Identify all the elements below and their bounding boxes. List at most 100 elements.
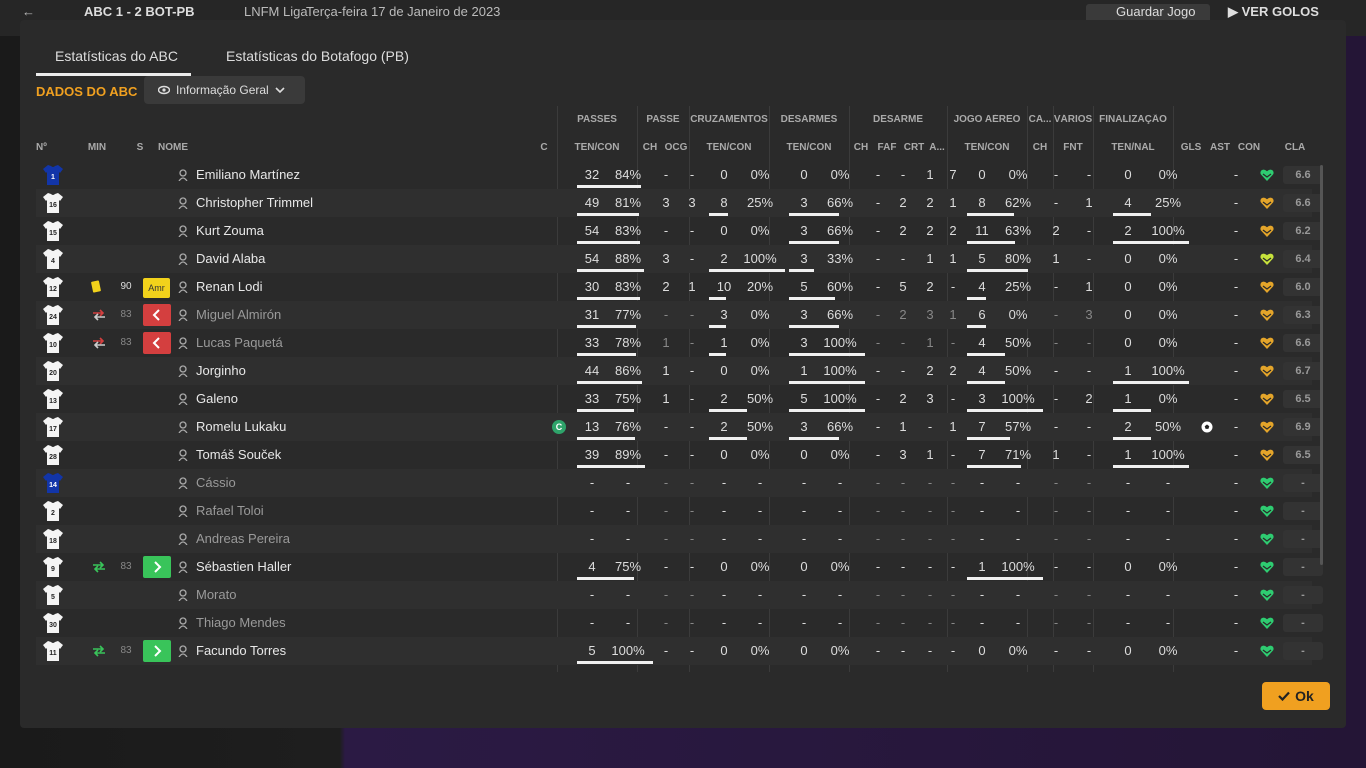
column-header[interactable]: NOME (158, 142, 280, 153)
column-header[interactable]: CLA (1272, 142, 1318, 153)
column-header[interactable]: TEN/CON (947, 142, 1027, 153)
column-header[interactable]: CON (1234, 142, 1264, 153)
player-name[interactable]: Galeno (196, 385, 238, 413)
fouls: - (1086, 251, 1092, 266)
column-header[interactable]: Nº (36, 142, 56, 153)
column-header[interactable]: TEN/NAL (1093, 142, 1173, 153)
scrollbar[interactable] (1320, 165, 1323, 565)
key-headers: - (1053, 167, 1059, 182)
player-name[interactable]: Thiago Mendes (196, 609, 286, 637)
interceptions: 3 (899, 447, 907, 462)
player-row[interactable]: 9 83 Sébastien Haller 4 75% - -0 0% 0 0% - - - -1 100%… (36, 553, 1323, 581)
clearances: - (950, 391, 956, 406)
success-rate-bar (1113, 409, 1151, 412)
column-header[interactable]: TEN/CON (769, 142, 849, 153)
column-header[interactable]: FNT (1053, 142, 1093, 153)
fouls: - (1086, 447, 1092, 462)
player-name[interactable]: Romelu Lukaku (196, 413, 286, 441)
blocks: 1 (926, 251, 934, 266)
tackles-attempted: 0 (800, 167, 808, 182)
column-header[interactable]: TEN/CON (557, 142, 637, 153)
clearances: 1 (949, 419, 957, 434)
success-rate-bar (789, 437, 840, 440)
player-row[interactable]: 16 Christopher Trimmel 49 81% 3 3 8 25% 3 66% -2 2 1… (36, 189, 1323, 217)
player-row[interactable]: 2 Rafael Toloi - - - - - - - - - - - - - - - - - - - - (36, 497, 1323, 525)
player-name[interactable]: Facundo Torres (196, 637, 286, 665)
player-name[interactable]: Kurt Zouma (196, 217, 264, 245)
column-header[interactable]: CH (1029, 142, 1051, 153)
crosses-percent: - (757, 531, 763, 546)
column-header[interactable]: MIN (80, 142, 114, 153)
player-rating: - (1283, 586, 1323, 604)
player-name[interactable]: Rafael Toloi (196, 497, 264, 525)
shots-on-target-percent: - (1165, 587, 1171, 602)
condition-heart-icon (1260, 169, 1274, 181)
player-row[interactable]: 11 83 Facundo Torres 5 100% - -0 0% 0 0% - - - -0 0% - -… (36, 637, 1323, 665)
svg-text:12: 12 (49, 286, 57, 293)
interceptions: - (900, 251, 906, 266)
column-header[interactable]: CH (851, 142, 871, 153)
column-header[interactable]: TEN/CON (689, 142, 769, 153)
tab-abc-stats[interactable]: Estatísticas do ABC (36, 44, 191, 76)
player-row[interactable]: 30 Thiago Mendes - - - - - - - - - - - - - - - - - - - - (36, 609, 1323, 637)
player-name[interactable]: Andreas Pereira (196, 525, 290, 553)
column-header[interactable]: S (128, 142, 152, 153)
player-name[interactable]: Morato (196, 581, 236, 609)
success-rate-bar (967, 325, 986, 328)
player-row[interactable]: 28 Tomáš Souček 39 89% - -0 0% 0 0% -3 1-7 71% 1-1 10… (36, 441, 1323, 469)
player-rating: 6.6 (1283, 166, 1323, 184)
column-header[interactable]: CH (639, 142, 661, 153)
player-row[interactable]: 20 Jorginho 44 86% 1-0 0% 1 100% - -2 2 4 50% - -1 100%… (36, 357, 1323, 385)
player-name[interactable]: Miguel Almirón (196, 301, 281, 329)
column-header[interactable]: GLS (1178, 142, 1204, 153)
player-row[interactable]: 17 Romelu Lukaku C 13 76% - -2 50% 3 66% -1-1 7 57% -… (36, 413, 1323, 441)
key-passes: 3 (662, 195, 670, 210)
player-row[interactable]: 24 83 Miguel Almirón 31 77% - -3 0% 3 66% -2 3 1 6 0% -… (36, 301, 1323, 329)
player-row[interactable]: 12 Amr 90 Renan Lodi 30 83% 2 1 10 20% 5 60% -5 2-4 25… (36, 273, 1323, 301)
success-rate-bar (967, 577, 1043, 580)
success-rate-bar (709, 213, 728, 216)
interceptions: - (900, 475, 906, 490)
player-row[interactable]: 4 David Alaba 54 88% 3-2 100% 3 33% - -1 1 5 80% 1-0 0… (36, 245, 1323, 273)
column-header[interactable]: FAF (876, 142, 898, 153)
column-header[interactable]: A... (927, 142, 947, 153)
player-name[interactable]: David Alaba (196, 245, 265, 273)
player-name[interactable]: Christopher Trimmel (196, 189, 313, 217)
svg-text:13: 13 (49, 398, 57, 405)
player-row[interactable]: 1 Emiliano Martínez 32 84% - -0 0% 0 0% - -1 7 0 0% - -… (36, 161, 1323, 189)
player-row[interactable]: 15 Kurt Zouma 54 83% - -0 0% 3 66% -2 2 2 11 63% 2-2 10… (36, 217, 1323, 245)
player-name[interactable]: Tomáš Souček (196, 441, 281, 469)
column-header[interactable]: AST (1208, 142, 1232, 153)
view-select[interactable]: Informação Geral (144, 76, 305, 104)
chances-created: - (689, 447, 695, 462)
player-name[interactable]: Jorginho (196, 357, 246, 385)
player-rating: 6.7 (1283, 362, 1323, 380)
blocks: 1 (926, 167, 934, 182)
player-name[interactable]: Cássio (196, 469, 236, 497)
assists: - (1233, 643, 1239, 658)
player-row[interactable]: 13 Galeno 33 75% 1-2 50% 5 100% -2 3-3 100% -2 1 0% -6… (36, 385, 1323, 413)
player-name[interactable]: Renan Lodi (196, 273, 263, 301)
player-name[interactable]: Lucas Paquetá (196, 329, 283, 357)
tab-botafogo-stats[interactable]: Estatísticas do Botafogo (PB) (207, 44, 428, 76)
passes-percent: - (625, 475, 631, 490)
success-rate-bar (789, 241, 840, 244)
player-name[interactable]: Emiliano Martínez (196, 161, 300, 189)
condition-heart-icon (1260, 561, 1274, 573)
player-row[interactable]: 14 Cássio - - - - - - - - - - - - - - - - - - - - (36, 469, 1323, 497)
shirt-icon: 18 (43, 529, 63, 549)
column-header[interactable]: OCG (663, 142, 689, 153)
captain-badge: C (552, 420, 566, 434)
svg-text:18: 18 (49, 538, 57, 545)
player-rating: 6.2 (1283, 222, 1323, 240)
condition-heart-icon (1260, 393, 1274, 405)
chances-created: - (689, 531, 695, 546)
player-row[interactable]: 18 Andreas Pereira - - - - - - - - - - - - - - - - - - - - (36, 525, 1323, 553)
player-row[interactable]: 10 83 Lucas Paquetá 33 78% 1-1 0% 3 100% - -1-4 50%… (36, 329, 1323, 357)
player-name[interactable]: Sébastien Haller (196, 553, 291, 581)
ok-button[interactable]: Ok (1262, 682, 1330, 710)
fouls: - (1086, 335, 1092, 350)
column-header[interactable]: C (534, 142, 554, 153)
column-header[interactable]: CRT (903, 142, 925, 153)
player-row[interactable]: 5 Morato - - - - - - - - - - - - - - - - - - - - (36, 581, 1323, 609)
